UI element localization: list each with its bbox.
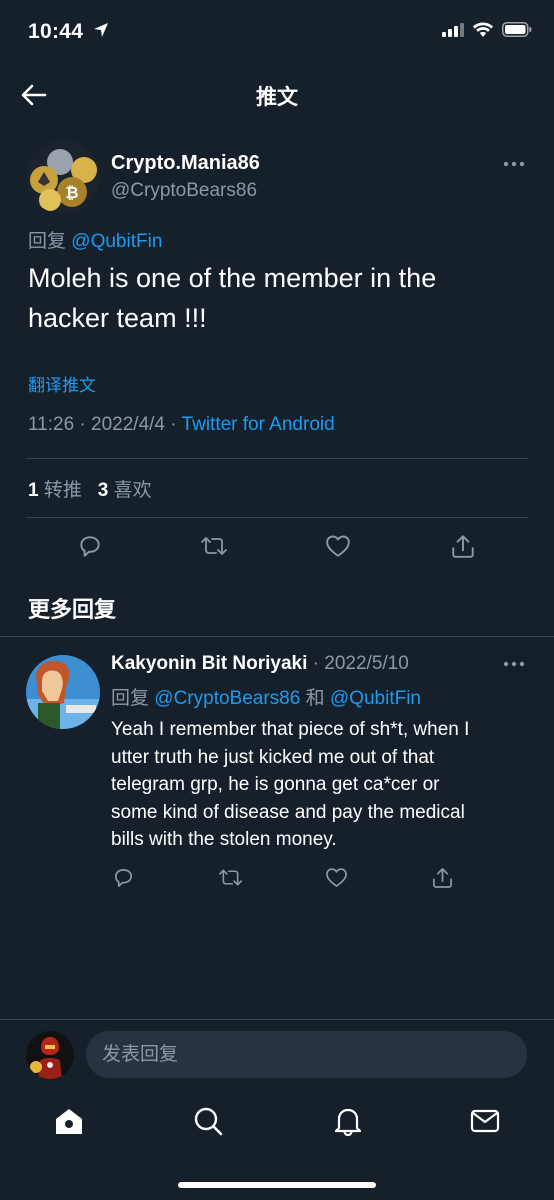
meta-separator: · xyxy=(312,653,319,674)
reply-icon xyxy=(80,536,100,557)
reply-context: 回复 @CryptoBears86 和 @QubitFin xyxy=(111,683,421,710)
divider xyxy=(0,636,554,637)
retweet-count: 1 xyxy=(28,480,39,501)
tweet-stats: 1 转推 3 喜欢 xyxy=(28,475,152,502)
status-bar-time: 10:44 xyxy=(28,20,109,44)
tweet-meta: 11:26 · 2022/4/4 · Twitter for Android xyxy=(28,414,335,436)
share-icon xyxy=(432,867,452,888)
mention-link[interactable]: @CryptoBears86 xyxy=(154,688,300,709)
like-button[interactable] xyxy=(323,531,353,561)
more-options-icon xyxy=(503,661,525,667)
nav-home[interactable] xyxy=(52,1104,86,1138)
tweet-more-button[interactable] xyxy=(500,154,528,174)
retweet-label: 转推 xyxy=(43,480,82,501)
like-icon xyxy=(325,867,347,887)
like-stat[interactable]: 3 喜欢 xyxy=(98,480,152,501)
battery-icon xyxy=(502,22,532,42)
tweet-text-line: hacker team !!! xyxy=(28,303,207,333)
like-icon xyxy=(326,535,350,557)
more-replies-heading: 更多回复 xyxy=(28,597,117,622)
mention-link[interactable]: @QubitFin xyxy=(330,688,421,709)
reply-text: Yeah I remember that piece of sh*t, when… xyxy=(111,716,531,854)
reply-share-button[interactable] xyxy=(427,862,457,892)
messages-icon xyxy=(470,1109,500,1133)
reply-text-line: some kind of disease and pay the medical xyxy=(111,801,465,823)
svg-text:₿: ₿ xyxy=(65,183,78,202)
notifications-icon xyxy=(334,1108,362,1136)
signal-icon xyxy=(442,22,464,42)
retweet-icon xyxy=(201,537,227,555)
tweet-time: 11:26 xyxy=(28,414,75,435)
author-handle[interactable]: @CryptoBears86 xyxy=(111,180,257,202)
status-indicators xyxy=(442,22,532,42)
reply-icon xyxy=(114,868,132,887)
reply-text-line: utter truth he just kicked me out of tha… xyxy=(111,746,435,768)
retweet-button[interactable] xyxy=(199,531,229,561)
tweet-date: 2022/4/4 xyxy=(91,414,165,435)
nav-messages[interactable] xyxy=(468,1104,502,1138)
reply-text-line: telegram grp, he is gonna get ca*cer or xyxy=(111,774,440,795)
retweet-icon xyxy=(218,869,242,885)
more-options-icon xyxy=(503,161,525,167)
reply-prefix: 回复 xyxy=(28,231,67,252)
tweet-text: Moleh is one of the member in the hacker… xyxy=(28,258,528,338)
reply-prefix: 回复 xyxy=(111,688,150,709)
like-label: 喜欢 xyxy=(113,480,152,501)
nav-notifications[interactable] xyxy=(331,1104,365,1138)
nav-search[interactable] xyxy=(191,1104,225,1138)
reply-conjunction: 和 xyxy=(305,688,325,709)
reply-author-name[interactable]: Kakyonin Bit Noriyaki xyxy=(111,653,307,674)
search-icon xyxy=(194,1107,223,1136)
home-indicator[interactable] xyxy=(178,1182,376,1188)
author-avatar[interactable]: ₿ xyxy=(26,140,100,214)
reply-author-avatar[interactable] xyxy=(26,655,100,729)
mention-link[interactable]: @QubitFin xyxy=(71,231,162,252)
reply-retweet-button[interactable] xyxy=(215,862,245,892)
reply-like-button[interactable] xyxy=(321,862,351,892)
my-avatar[interactable] xyxy=(26,1031,74,1079)
home-icon xyxy=(56,1109,82,1134)
tweet-text-line: Moleh is one of the member in the xyxy=(28,263,437,293)
divider xyxy=(26,458,528,459)
like-count: 3 xyxy=(97,480,109,501)
translate-tweet-link[interactable]: 翻译推文 xyxy=(28,371,96,396)
author-name[interactable]: Crypto.Mania86 xyxy=(111,152,260,175)
tweet-source-link[interactable]: Twitter for Android xyxy=(182,414,335,435)
reply-button[interactable] xyxy=(75,531,105,561)
reply-reply-button[interactable] xyxy=(108,862,138,892)
share-button[interactable] xyxy=(448,531,478,561)
retweet-stat[interactable]: 1 转推 xyxy=(28,480,82,501)
reply-text-line: Yeah I remember that piece of sh*t, when… xyxy=(111,719,470,740)
clock: 10:44 xyxy=(28,20,84,43)
reply-text-line: bills with the stolen money. xyxy=(111,829,337,850)
meta-separator: · xyxy=(79,414,86,435)
meta-separator: · xyxy=(170,414,177,435)
wifi-icon xyxy=(473,22,493,42)
reply-context: 回复 @QubitFin xyxy=(28,226,162,253)
share-icon xyxy=(452,535,474,558)
divider xyxy=(0,1019,554,1020)
reply-more-button[interactable] xyxy=(500,654,528,674)
reply-header: Kakyonin Bit Noriyaki · 2022/5/10 xyxy=(111,653,409,675)
reply-input[interactable] xyxy=(86,1031,527,1078)
divider xyxy=(26,517,528,518)
page-title: 推文 xyxy=(256,86,298,109)
location-arrow-icon xyxy=(93,20,109,44)
reply-date[interactable]: 2022/5/10 xyxy=(324,653,409,674)
